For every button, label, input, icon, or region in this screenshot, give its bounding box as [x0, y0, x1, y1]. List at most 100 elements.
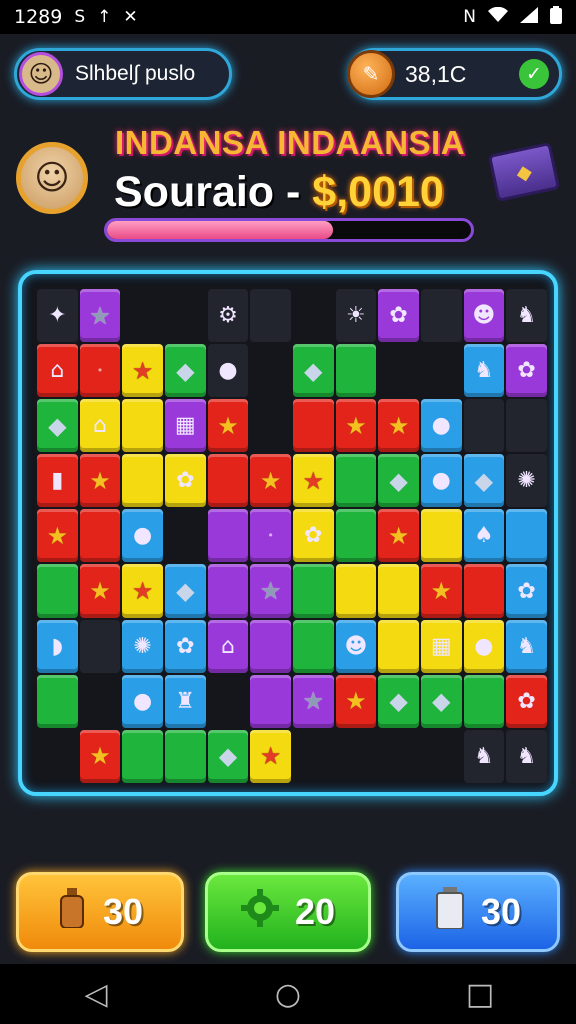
home-icon[interactable]: ○	[258, 977, 318, 1012]
tile[interactable]	[122, 399, 163, 453]
tile[interactable]: ▮	[37, 454, 78, 508]
tile[interactable]	[463, 399, 505, 453]
tile[interactable]: ★	[292, 454, 334, 508]
tile[interactable]	[250, 289, 291, 343]
booster-bottle-button[interactable]: 30	[16, 872, 184, 952]
tile[interactable]	[250, 619, 291, 673]
tile[interactable]: ★	[335, 674, 377, 728]
tile[interactable]: ◆	[37, 399, 78, 453]
tile[interactable]: ★	[37, 509, 78, 563]
check-icon[interactable]: ✓	[519, 59, 549, 89]
tile[interactable]: ▦	[420, 619, 462, 673]
tile[interactable]: ●	[420, 454, 462, 508]
tile[interactable]	[207, 564, 249, 618]
tile[interactable]: ☀	[335, 289, 377, 343]
tile[interactable]: ◆	[207, 729, 249, 783]
tile[interactable]	[335, 564, 377, 618]
tile[interactable]: ★	[79, 564, 121, 618]
tile[interactable]: ⌂	[79, 399, 121, 453]
tile[interactable]: ♜	[164, 674, 206, 728]
tile[interactable]	[79, 619, 121, 673]
tile[interactable]: ●	[420, 399, 462, 453]
tile[interactable]: ✿	[506, 344, 547, 398]
tile[interactable]	[292, 564, 334, 618]
tile[interactable]: ●	[463, 619, 505, 673]
tile[interactable]: ★	[335, 399, 377, 453]
tile[interactable]: ▦	[164, 399, 206, 453]
tile[interactable]: ★	[378, 509, 419, 563]
tile[interactable]: ☻	[463, 289, 505, 343]
tile[interactable]: ◗	[37, 619, 78, 673]
booster-canister-button[interactable]: 30	[396, 872, 560, 952]
tile[interactable]	[335, 344, 377, 398]
tile[interactable]: ⚙	[207, 289, 249, 343]
tile[interactable]	[420, 289, 462, 343]
player-profile-button[interactable]: ☺ Slhbel∫ puslo	[14, 48, 232, 100]
tile[interactable]: ★	[250, 454, 291, 508]
tile[interactable]: ★	[79, 454, 121, 508]
tile[interactable]: ★	[420, 564, 462, 618]
tile[interactable]: ★	[79, 289, 121, 343]
tile[interactable]	[122, 729, 163, 783]
tile[interactable]: ★	[292, 674, 334, 728]
tile[interactable]: •	[79, 344, 121, 398]
tile[interactable]	[378, 564, 419, 618]
tile[interactable]: ★	[250, 564, 291, 618]
tile[interactable]: ★	[122, 344, 163, 398]
tile[interactable]	[463, 674, 505, 728]
tile[interactable]	[506, 509, 547, 563]
tile[interactable]	[378, 619, 419, 673]
tile[interactable]	[335, 509, 377, 563]
tile[interactable]: ✺	[506, 454, 547, 508]
tile[interactable]	[292, 399, 334, 453]
tile[interactable]: ◆	[378, 674, 419, 728]
tile[interactable]: ♞	[463, 344, 505, 398]
tile[interactable]: ★	[79, 729, 121, 783]
tile[interactable]: ♞	[506, 289, 547, 343]
tile[interactable]	[420, 509, 462, 563]
tile[interactable]: ◆	[164, 564, 206, 618]
tile[interactable]	[37, 564, 78, 618]
tile[interactable]: •	[250, 509, 291, 563]
back-icon[interactable]: ◁	[66, 977, 126, 1012]
tile[interactable]	[335, 454, 377, 508]
treasure-chest-icon[interactable]: ◆	[487, 141, 561, 203]
coin-balance-button[interactable]: ✎ 38,1C ✓	[347, 48, 562, 100]
character-avatar[interactable]: ☺	[16, 142, 88, 214]
tile[interactable]: ◆	[292, 344, 334, 398]
tile[interactable]: ✿	[164, 619, 206, 673]
tile[interactable]: ★	[207, 399, 249, 453]
tile[interactable]	[37, 674, 78, 728]
tile[interactable]: ⌂	[207, 619, 249, 673]
tile[interactable]: ✿	[378, 289, 419, 343]
recents-icon[interactable]: □	[450, 977, 510, 1012]
tile[interactable]	[463, 564, 505, 618]
tile[interactable]: ♠	[463, 509, 505, 563]
tile[interactable]: ●	[122, 509, 163, 563]
tile[interactable]: ✿	[292, 509, 334, 563]
tile[interactable]	[506, 399, 547, 453]
tile[interactable]: ✿	[164, 454, 206, 508]
booster-gear-button[interactable]: 20	[205, 872, 371, 952]
tile[interactable]: ⌂	[37, 344, 78, 398]
tile[interactable]: ♞	[506, 729, 547, 783]
tile[interactable]	[250, 674, 291, 728]
tile[interactable]: ★	[122, 564, 163, 618]
tile[interactable]	[207, 454, 249, 508]
tile[interactable]: ✦	[37, 289, 78, 343]
tile[interactable]: ◆	[463, 454, 505, 508]
tile[interactable]	[207, 509, 249, 563]
tile[interactable]	[292, 619, 334, 673]
tile[interactable]: ♞	[506, 619, 547, 673]
tile[interactable]	[79, 509, 121, 563]
tile[interactable]: ☻	[335, 619, 377, 673]
tile[interactable]: ●	[207, 344, 249, 398]
tile[interactable]: ◆	[420, 674, 462, 728]
tile[interactable]	[164, 729, 206, 783]
tile[interactable]: ✿	[506, 674, 547, 728]
tile[interactable]: ♞	[463, 729, 505, 783]
tile[interactable]: ★	[378, 399, 419, 453]
tile[interactable]	[122, 454, 163, 508]
tile[interactable]: ✿	[506, 564, 547, 618]
tile[interactable]: ◆	[378, 454, 419, 508]
